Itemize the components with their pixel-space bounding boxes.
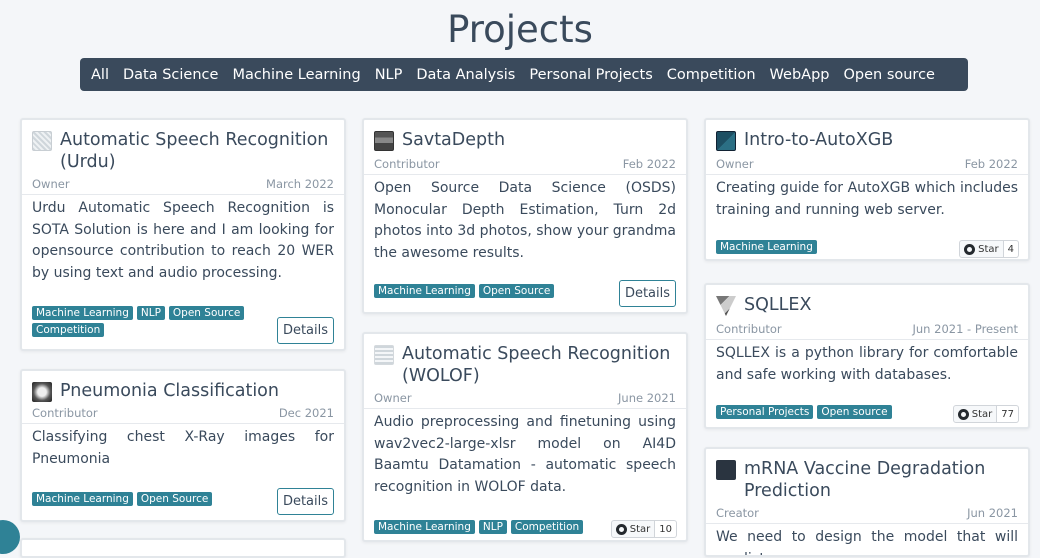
project-card-partial	[20, 538, 346, 558]
details-button[interactable]: Details	[277, 317, 334, 344]
project-role: Contributor	[716, 322, 782, 336]
project-role: Contributor	[32, 406, 98, 420]
filter-data-analysis[interactable]: Data Analysis	[416, 67, 515, 83]
tag-open-source[interactable]: Open Source	[168, 306, 245, 320]
project-title[interactable]: mRNA Vaccine Degradation Prediction	[744, 458, 1018, 502]
tag-nlp[interactable]: NLP	[478, 520, 507, 534]
star-label: Star	[971, 408, 993, 420]
github-star-button[interactable]: Star	[959, 240, 1004, 258]
tag-nlp[interactable]: NLP	[136, 306, 165, 320]
tag-open-source[interactable]: Open Source	[136, 492, 213, 506]
star-count[interactable]: 10	[655, 520, 677, 538]
savtadepth-thumbnail-icon	[374, 131, 394, 151]
project-description: Audio preprocessing and finetuning using…	[374, 414, 676, 496]
project-tags: Machine Learning	[716, 240, 946, 254]
project-card-sqllex: SQLLEX Contributor Jun 2021 - Present SQL…	[704, 283, 1030, 429]
mrna-thumbnail-icon	[716, 460, 736, 480]
github-star-widget[interactable]: Star 77	[952, 405, 1019, 423]
project-title[interactable]: SQLLEX	[744, 294, 811, 316]
project-card-savtadepth: SavtaDepth Contributor Feb 2022 Open Sour…	[362, 118, 688, 314]
project-description: SQLLEX is a python library for comfortab…	[716, 345, 1018, 383]
star-count[interactable]: 4	[1003, 240, 1019, 258]
tag-machine-learning[interactable]: Machine Learning	[32, 492, 133, 506]
details-button[interactable]: Details	[619, 280, 676, 307]
project-card-autoxgb: Intro-to-AutoXGB Owner Feb 2022 Creating …	[704, 118, 1030, 261]
tag-machine-learning[interactable]: Machine Learning	[374, 520, 475, 534]
filter-competition[interactable]: Competition	[667, 67, 756, 83]
tag-open-source[interactable]: Open source	[817, 405, 892, 419]
filter-data-science[interactable]: Data Science	[123, 67, 218, 83]
project-role: Contributor	[374, 157, 440, 171]
filter-open-source[interactable]: Open source	[843, 67, 935, 83]
project-role: Owner	[374, 391, 412, 405]
tag-open-source[interactable]: Open Source	[478, 284, 555, 298]
project-role: Owner	[716, 157, 754, 171]
project-date: Feb 2022	[964, 157, 1018, 171]
tag-personal-projects[interactable]: Personal Projects	[716, 405, 814, 419]
project-date: Feb 2022	[622, 157, 676, 171]
page-title: Projects	[447, 8, 593, 51]
project-tags: Machine Learning NLP Competition	[374, 520, 604, 534]
project-title[interactable]: Automatic Speech Recognition (WOLOF)	[402, 343, 676, 387]
project-date: March 2022	[266, 177, 334, 191]
github-star-button[interactable]: Star	[952, 405, 998, 423]
project-card-asr-urdu: Automatic Speech Recognition (Urdu) Owne…	[20, 118, 346, 351]
project-date: June 2021	[618, 391, 676, 405]
tag-machine-learning[interactable]: Machine Learning	[716, 240, 817, 254]
project-description: Urdu Automatic Speech Recognition is SOT…	[32, 200, 334, 282]
project-thumbnail-icon	[374, 345, 394, 365]
project-card-pneumonia: Pneumonia Classification Contributor Dec …	[20, 369, 346, 522]
project-card-mrna: mRNA Vaccine Degradation Prediction Crea…	[704, 447, 1030, 557]
filter-all[interactable]: All	[91, 67, 109, 83]
project-title[interactable]: Pneumonia Classification	[60, 380, 279, 402]
project-date: Jun 2021 - Present	[912, 322, 1019, 336]
project-thumbnail-icon	[32, 131, 52, 151]
project-title[interactable]: Automatic Speech Recognition (Urdu)	[60, 129, 334, 173]
project-tags: Machine Learning Open Source	[32, 492, 272, 506]
project-title[interactable]: SavtaDepth	[402, 129, 505, 151]
project-description: We need to design the model that will pr…	[716, 529, 1018, 555]
filter-nlp[interactable]: NLP	[375, 67, 403, 83]
project-tags: Machine Learning NLP Open Source Competi…	[32, 306, 272, 337]
star-label: Star	[629, 523, 651, 535]
filter-webapp[interactable]: WebApp	[770, 67, 830, 83]
github-icon	[957, 408, 969, 420]
github-icon	[615, 523, 627, 535]
star-label: Star	[978, 243, 999, 255]
sqllex-logo-icon	[716, 296, 736, 316]
github-star-widget[interactable]: Star 10	[610, 520, 677, 538]
xray-thumbnail-icon	[32, 382, 52, 402]
project-role: Owner	[32, 177, 70, 191]
details-button[interactable]: Details	[277, 488, 334, 515]
tag-competition[interactable]: Competition	[32, 323, 105, 337]
project-description: Open Source Data Science (OSDS) Monocula…	[374, 180, 676, 262]
github-icon	[964, 243, 976, 255]
github-star-button[interactable]: Star	[610, 520, 656, 538]
filter-machine-learning[interactable]: Machine Learning	[232, 67, 360, 83]
github-star-widget[interactable]: Star 4	[959, 240, 1019, 258]
project-date: Jun 2021	[967, 506, 1018, 520]
tag-machine-learning[interactable]: Machine Learning	[374, 284, 475, 298]
autoxgb-thumbnail-icon	[716, 131, 736, 151]
filter-personal-projects[interactable]: Personal Projects	[529, 67, 652, 83]
project-filter-bar: All Data Science Machine Learning NLP Da…	[80, 58, 968, 91]
project-description: Creating guide for AutoXGB which include…	[716, 180, 1018, 218]
tag-machine-learning[interactable]: Machine Learning	[32, 306, 133, 320]
project-description: Classifying chest X-Ray images for Pneum…	[32, 429, 334, 467]
star-count[interactable]: 77	[997, 405, 1019, 423]
project-tags: Personal Projects Open source	[716, 405, 946, 419]
project-tags: Machine Learning Open Source	[374, 284, 614, 298]
project-card-asr-wolof: Automatic Speech Recognition (WOLOF) Own…	[362, 332, 688, 542]
project-title[interactable]: Intro-to-AutoXGB	[744, 129, 893, 151]
tag-competition[interactable]: Competition	[510, 520, 584, 534]
scroll-to-top-button[interactable]	[0, 520, 20, 554]
project-role: Creator	[716, 506, 759, 520]
project-date: Dec 2021	[278, 406, 334, 420]
